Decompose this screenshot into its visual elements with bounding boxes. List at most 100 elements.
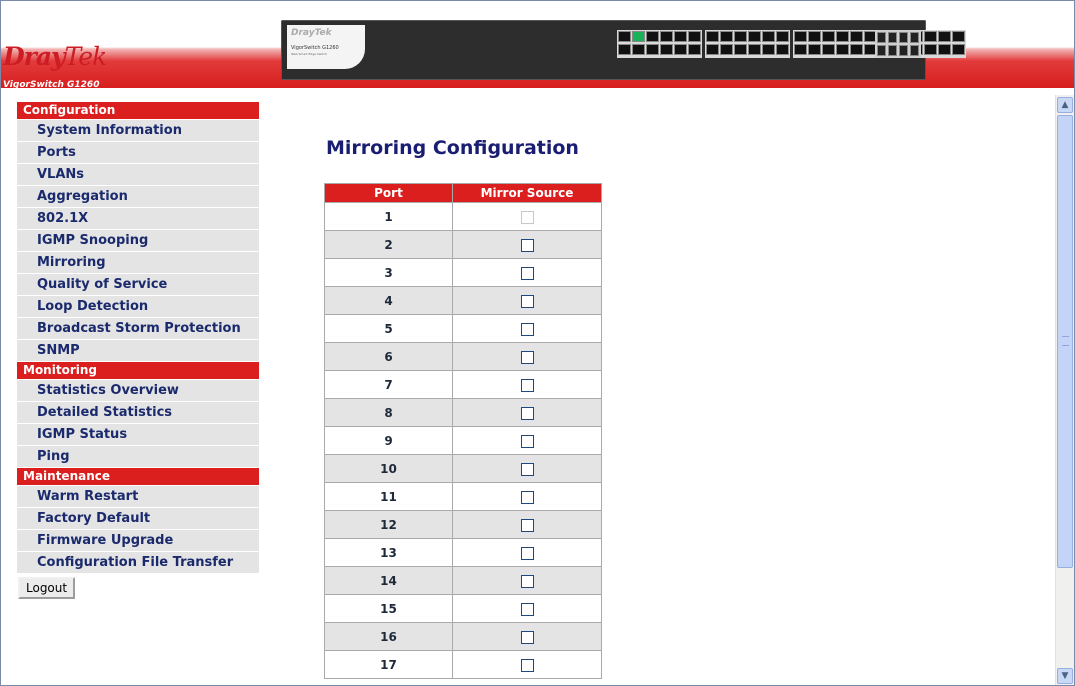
port-group <box>617 30 702 58</box>
sidebar-item-firmware-upgrade[interactable]: Firmware Upgrade <box>17 530 259 551</box>
sidebar-item-detailed-statistics[interactable]: Detailed Statistics <box>17 402 259 423</box>
table-row: 17 <box>325 651 601 678</box>
port-column <box>748 31 761 57</box>
port-column <box>952 31 965 57</box>
mirror-source-checkbox[interactable] <box>520 238 534 252</box>
mirror-source-checkbox[interactable] <box>520 266 534 280</box>
sidebar-item-configuration-file-transfer[interactable]: Configuration File Transfer <box>17 552 259 573</box>
ethernet-port <box>850 31 863 42</box>
mirror-source-cell <box>453 287 601 314</box>
ethernet-port <box>706 44 719 55</box>
port-cell: 15 <box>325 595 452 622</box>
port-column <box>632 31 645 57</box>
sidebar-item-quality-of-service[interactable]: Quality of Service <box>17 274 259 295</box>
maintenance-menu: Warm Restart Factory Default Firmware Upgr… <box>17 486 259 573</box>
vertical-scrollbar[interactable]: ▲ ▼ <box>1055 95 1074 685</box>
configuration-menu: System Information Ports VLANs Aggregation 8… <box>17 120 259 361</box>
sidebar-item-ping[interactable]: Ping <box>17 446 259 467</box>
ethernet-port <box>720 44 733 55</box>
table-row: 8 <box>325 399 601 426</box>
table-row: 2 <box>325 231 601 258</box>
sidebar-item-igmp-snooping[interactable]: IGMP Snooping <box>17 230 259 251</box>
page-title: Mirroring Configuration <box>326 137 579 159</box>
table-row: 14 <box>325 567 601 594</box>
mirror-source-checkbox[interactable] <box>520 490 534 504</box>
mirror-source-checkbox[interactable] <box>520 518 534 532</box>
port-column <box>850 31 863 57</box>
port-column <box>688 31 701 57</box>
port-group <box>705 30 790 58</box>
sidebar-item-warm-restart[interactable]: Warm Restart <box>17 486 259 507</box>
mirror-source-cell <box>453 203 601 230</box>
sidebar-item-ports[interactable]: Ports <box>17 142 259 163</box>
table-row: 15 <box>325 595 601 622</box>
sidebar-item-system-information[interactable]: System Information <box>17 120 259 141</box>
ethernet-port <box>836 44 849 55</box>
logout-button[interactable]: Logout <box>18 577 76 599</box>
mirror-source-checkbox[interactable] <box>520 630 534 644</box>
sidebar-item-broadcast-storm-protection[interactable]: Broadcast Storm Protection <box>17 318 259 339</box>
mirror-source-checkbox[interactable] <box>520 602 534 616</box>
status-leds <box>571 32 595 56</box>
ethernet-port <box>952 44 965 55</box>
sidebar-item-aggregation[interactable]: Aggregation <box>17 186 259 207</box>
sidebar-item-statistics-overview[interactable]: Statistics Overview <box>17 380 259 401</box>
sidebar-item-loop-detection[interactable]: Loop Detection <box>17 296 259 317</box>
mirror-source-checkbox[interactable] <box>520 378 534 392</box>
mirror-source-checkbox[interactable] <box>520 546 534 560</box>
device-brand: DrayTek <box>291 28 332 38</box>
column-header-mirror-source: Mirror Source <box>453 184 601 202</box>
mirror-source-cell <box>453 371 601 398</box>
ethernet-port <box>836 31 849 42</box>
port-column <box>646 31 659 57</box>
sidebar-item-igmp-status[interactable]: IGMP Status <box>17 424 259 445</box>
ethernet-port <box>688 31 701 42</box>
device-subtitle: Web Smart Edge Switch <box>291 52 327 56</box>
mirror-source-checkbox[interactable] <box>520 322 534 336</box>
scrollbar-thumb[interactable] <box>1057 115 1073 568</box>
sfp-port <box>877 45 886 56</box>
ethernet-port <box>618 31 631 42</box>
port-column <box>660 31 673 57</box>
sidebar-item-factory-default[interactable]: Factory Default <box>17 508 259 529</box>
sidebar-item-mirroring[interactable]: Mirroring <box>17 252 259 273</box>
mirror-source-cell <box>453 315 601 342</box>
ethernet-port <box>808 44 821 55</box>
switch-front-panel-image: DrayTek VigorSwitch G1260 Web Smart Edge… <box>281 20 966 80</box>
ethernet-port <box>952 31 965 42</box>
mirror-source-cell <box>453 511 601 538</box>
mirror-source-checkbox[interactable] <box>520 434 534 448</box>
sfp-port <box>899 45 908 56</box>
ethernet-port <box>734 31 747 42</box>
sidebar-item-snmp[interactable]: SNMP <box>17 340 259 361</box>
sidebar-item-vlans[interactable]: VLANs <box>17 164 259 185</box>
chevron-up-icon[interactable]: ▲ <box>1057 97 1073 113</box>
table-row: 9 <box>325 427 601 454</box>
mirror-source-cell <box>453 567 601 594</box>
port-cell: 9 <box>325 427 452 454</box>
sidebar-item-802-1x[interactable]: 802.1X <box>17 208 259 229</box>
port-cell: 3 <box>325 259 452 286</box>
mirror-source-checkbox[interactable] <box>520 574 534 588</box>
mirror-source-checkbox[interactable] <box>520 294 534 308</box>
mirroring-table: Port Mirror Source 1 2 3 4 5 6 7 8 9 10 11 12 13 14 15… <box>324 183 602 679</box>
mirror-source-checkbox[interactable] <box>520 406 534 420</box>
ethernet-port <box>822 31 835 42</box>
port-cell: 17 <box>325 651 452 678</box>
mirror-source-checkbox[interactable] <box>520 462 534 476</box>
sidebar-nav: Configuration System Information Ports VLA… <box>17 102 259 599</box>
sfp-ports <box>875 30 921 58</box>
sfp-port <box>888 32 897 43</box>
monitoring-menu: Statistics Overview Detailed Statistics IG… <box>17 380 259 467</box>
mirror-source-cell <box>453 595 601 622</box>
port-cell: 13 <box>325 539 452 566</box>
mirror-source-checkbox[interactable] <box>520 658 534 672</box>
mirror-source-checkbox[interactable] <box>520 350 534 364</box>
chevron-down-icon[interactable]: ▼ <box>1057 668 1073 684</box>
mirror-source-cell <box>453 259 601 286</box>
port-column <box>808 31 821 57</box>
ethernet-port <box>674 31 687 42</box>
sfp-port <box>910 32 919 43</box>
port-column <box>794 31 807 57</box>
port-column <box>776 31 789 57</box>
